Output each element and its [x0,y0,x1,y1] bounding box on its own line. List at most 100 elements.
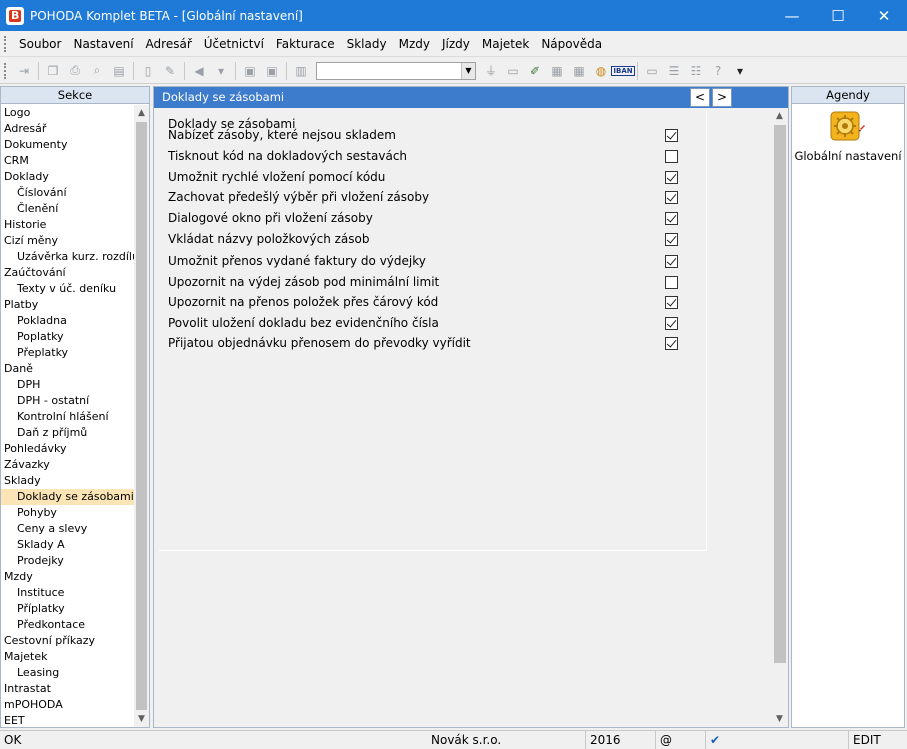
section-item[interactable]: EET [1,713,134,727]
section-item[interactable]: Intrastat [1,681,134,697]
option-checkbox[interactable] [665,295,678,309]
option-checkbox[interactable] [665,275,678,289]
section-item[interactable]: Dokumenty [1,137,134,153]
section-item[interactable]: Daň z příjmů [1,425,134,441]
section-item[interactable]: Cizí měny [1,233,134,249]
dropdown-arrow-icon[interactable]: ▾ [211,61,231,81]
section-item[interactable]: Příplatky [1,601,134,617]
section-item[interactable]: Majetek [1,649,134,665]
calculator-icon[interactable]: ▦ [569,61,589,81]
section-item[interactable]: DPH - ostatní [1,393,134,409]
section-item[interactable]: Cestovní příkazy [1,633,134,649]
menu-ucetnictvi[interactable]: Účetnictví [198,33,270,55]
section-item[interactable]: Logo [1,105,134,121]
next-section-button[interactable]: > [712,88,732,107]
menu-soubor[interactable]: Soubor [13,33,67,55]
option-checkbox[interactable] [665,254,678,268]
section-item[interactable]: Členění [1,201,134,217]
option-checkbox[interactable] [665,149,678,163]
edit-icon[interactable]: ✎ [160,61,180,81]
scroll-down-icon[interactable]: ▼ [134,711,149,727]
menu-grip[interactable] [4,35,7,52]
combo-arrow-icon[interactable]: ▼ [461,62,475,79]
option-row[interactable]: Dialogové okno při vložení zásoby [168,209,678,227]
close-button[interactable]: ✕ [861,0,907,31]
section-item[interactable]: Historie [1,217,134,233]
filter-icon[interactable]: ⏚ [481,61,501,81]
prev-section-button[interactable]: < [690,88,710,107]
pencil-green-icon[interactable]: ✐ [525,61,545,81]
message-icon[interactable]: ▭ [642,61,662,81]
section-item[interactable]: DPH [1,377,134,393]
toolbar-grip[interactable] [4,62,7,79]
status-year[interactable]: 2016 [585,731,623,749]
option-checkbox[interactable] [665,232,678,246]
save-all-icon[interactable]: ▣ [262,61,282,81]
section-item[interactable]: Závazky [1,457,134,473]
global-settings-icon[interactable] [830,111,866,145]
section-item[interactable]: Adresář [1,121,134,137]
folder-icon[interactable]: ▭ [503,61,523,81]
section-item[interactable]: Předkontace [1,617,134,633]
option-checkbox[interactable] [665,170,678,184]
scroll-up-icon[interactable]: ▲ [771,108,788,124]
settings-scrollbar[interactable]: ▲ ▼ [771,108,788,727]
exit-icon[interactable]: ⇥ [14,61,34,81]
toolbar-options-icon[interactable]: ▾ [730,61,750,81]
option-row[interactable]: Zachovat předešlý výběr při vložení záso… [168,188,678,206]
option-row[interactable]: Povolit uložení dokladu bez evidenčního … [168,314,678,332]
new-icon[interactable]: ▯ [138,61,158,81]
calendar-icon[interactable]: ▦ [547,61,567,81]
option-row[interactable]: Upozornit na výdej zásob pod minimální l… [168,273,678,291]
global-settings-label[interactable]: Globální nastavení [792,149,904,163]
section-item[interactable]: Sklady A [1,537,134,553]
section-item[interactable]: Uzávěrka kurz. rozdílů [1,249,134,265]
section-item[interactable]: Prodejky [1,553,134,569]
sections-scrollbar[interactable]: ▲ ▼ [134,105,149,727]
help-icon[interactable]: ? [708,61,728,81]
option-checkbox[interactable] [665,336,678,350]
section-item[interactable]: Kontrolní hlášení [1,409,134,425]
section-item[interactable]: mPOHODA [1,697,134,713]
menu-napoveda[interactable]: Nápověda [535,33,608,55]
coins-icon[interactable]: ◍ [591,61,611,81]
back-icon[interactable]: ◀ [189,61,209,81]
section-item[interactable]: Sklady [1,473,134,489]
section-item[interactable]: Poplatky [1,329,134,345]
maximize-button[interactable]: ☐ [815,0,861,31]
section-item[interactable]: Instituce [1,585,134,601]
option-checkbox[interactable] [665,128,678,142]
menu-jizdy[interactable]: Jízdy [436,33,476,55]
menu-majetek[interactable]: Majetek [476,33,535,55]
preview-icon[interactable]: ⌕ [87,61,107,81]
scroll-up-icon[interactable]: ▲ [134,105,149,121]
report-icon[interactable]: ☷ [686,61,706,81]
option-row[interactable]: Nabízet zásoby, které nejsou skladem [168,126,678,144]
option-checkbox[interactable] [665,190,678,204]
status-check-icon[interactable]: ✔ [705,731,731,749]
menu-fakturace[interactable]: Fakturace [270,33,341,55]
status-email[interactable]: @ [655,731,679,749]
section-item[interactable]: Doklady se zásobami [1,489,134,505]
option-row[interactable]: Umožnit rychlé vložení pomocí kódu [168,168,678,186]
search-combo[interactable]: ▼ [316,61,476,80]
scroll-down-icon[interactable]: ▼ [771,711,788,727]
menu-nastaveni[interactable]: Nastavení [67,33,139,55]
print-setup-icon[interactable]: ▤ [109,61,129,81]
section-item[interactable]: Mzdy [1,569,134,585]
section-item[interactable]: CRM [1,153,134,169]
option-checkbox[interactable] [665,316,678,330]
clipboard-icon[interactable]: ▥ [291,61,311,81]
menu-sklady[interactable]: Sklady [341,33,393,55]
copy-icon[interactable]: ❐ [43,61,63,81]
section-item[interactable]: Platby [1,297,134,313]
section-item[interactable]: Pohledávky [1,441,134,457]
section-item[interactable]: Daně [1,361,134,377]
option-row[interactable]: Upozornit na přenos položek přes čárový … [168,293,678,311]
option-row[interactable]: Vkládat názvy položkových zásob [168,230,678,248]
section-item[interactable]: Leasing [1,665,134,681]
option-row[interactable]: Umožnit přenos vydané faktury do výdejky [168,252,678,270]
section-item[interactable]: Texty v úč. deníku [1,281,134,297]
menu-mzdy[interactable]: Mzdy [393,33,436,55]
section-item[interactable]: Zaúčtování [1,265,134,281]
